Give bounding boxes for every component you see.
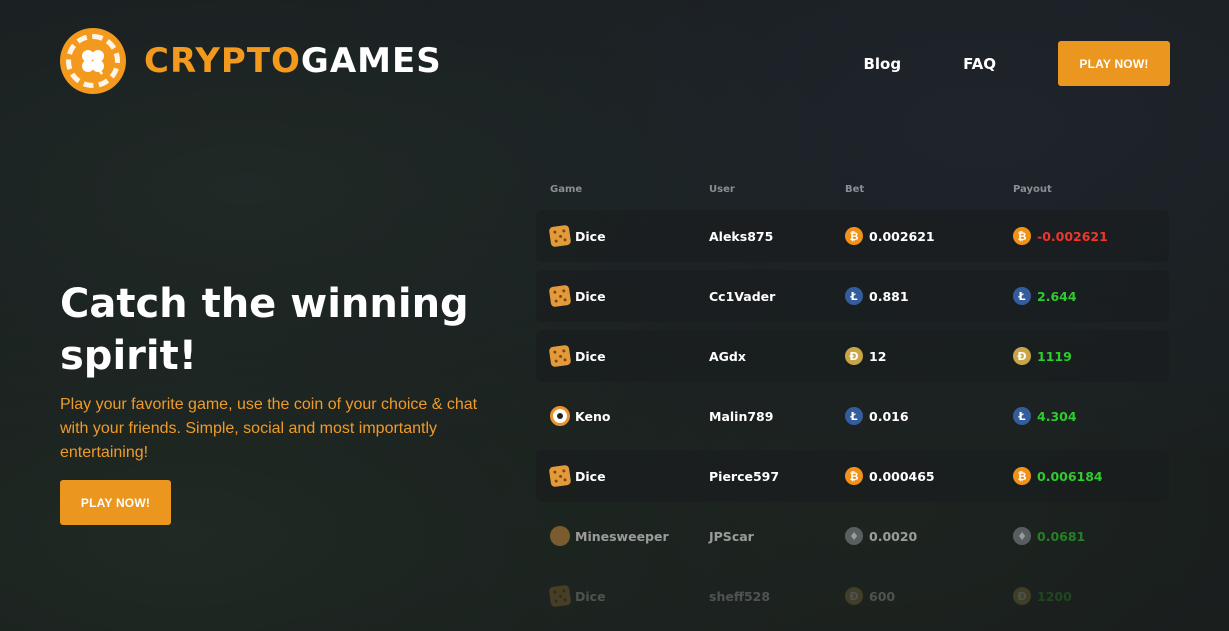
payout-cell: Ð 1119 xyxy=(1013,347,1163,365)
user-name[interactable]: Pierce597 xyxy=(709,469,845,484)
game-cell: Dice xyxy=(548,344,709,368)
bet-amount: 0.002621 xyxy=(869,228,935,244)
payout-amount: 0.006184 xyxy=(1037,468,1103,484)
user-name[interactable]: JPScar xyxy=(709,529,845,544)
table-row[interactable]: Dice Cc1Vader Ł 0.881 Ł 2.644 xyxy=(536,270,1169,322)
logo-wordmark: CRYPTOGAMES xyxy=(144,41,442,81)
bet-cell: Ð 600 xyxy=(845,587,1013,605)
user-name[interactable]: Malin789 xyxy=(709,409,845,424)
bet-cell: ₿ 0.002621 xyxy=(845,227,1013,245)
clover-chip-icon xyxy=(60,28,126,94)
logo-text-crypto: CRYPTO xyxy=(144,41,301,81)
top-nav: Blog FAQ PLAY NOW! xyxy=(863,41,1170,86)
bet-amount: 0.016 xyxy=(869,408,909,424)
payout-cell: ₿ -0.002621 xyxy=(1013,227,1163,245)
mine-icon xyxy=(550,526,570,546)
dogecoin-icon: Ð xyxy=(1013,587,1031,605)
table-header: Game User Bet Payout xyxy=(536,184,1169,202)
bitcoin-icon: ₿ xyxy=(1013,227,1031,245)
bet-amount: 0.000465 xyxy=(869,468,935,484)
game-cell: Dice xyxy=(548,584,709,608)
bet-cell: Ł 0.881 xyxy=(845,287,1013,305)
bitcoin-icon: ₿ xyxy=(1013,467,1031,485)
table-row[interactable]: Dice AGdx Ð 12 Ð 1119 xyxy=(536,330,1169,382)
payout-cell: Ł 4.304 xyxy=(1013,407,1163,425)
game-cell: Minesweeper xyxy=(550,526,709,546)
game-cell: Dice xyxy=(548,464,709,488)
payout-amount: 4.304 xyxy=(1037,408,1077,424)
keno-icon xyxy=(550,406,570,426)
game-cell: Dice xyxy=(548,224,709,248)
site-logo[interactable]: CRYPTOGAMES xyxy=(60,28,442,94)
user-name[interactable]: Aleks875 xyxy=(709,229,845,244)
payout-cell: Ð 1200 xyxy=(1013,587,1163,605)
hero-title: Catch the winning spirit! xyxy=(60,281,469,379)
header-user: User xyxy=(709,184,735,195)
game-cell: Dice xyxy=(548,284,709,308)
dogecoin-icon: Ð xyxy=(1013,347,1031,365)
dice-icon xyxy=(548,464,572,488)
bet-amount: 0.881 xyxy=(869,288,909,304)
bet-cell: ₿ 0.000465 xyxy=(845,467,1013,485)
recent-bets-table: Game User Bet Payout Dice Aleks875 ₿ 0.0026… xyxy=(536,184,1169,622)
user-name[interactable]: Cc1Vader xyxy=(709,289,845,304)
litecoin-icon: Ł xyxy=(845,407,863,425)
header-game: Game xyxy=(550,184,583,195)
header-play-now-button[interactable]: PLAY NOW! xyxy=(1058,41,1170,86)
game-cell: Keno xyxy=(550,406,709,426)
game-name: Dice xyxy=(575,288,606,304)
table-body: Dice Aleks875 ₿ 0.002621 ₿ -0.002621 Dice Cc1Va… xyxy=(536,210,1169,622)
dogecoin-icon: Ð xyxy=(845,347,863,365)
bet-amount: 12 xyxy=(869,348,887,364)
bet-amount: 0.0020 xyxy=(869,528,918,544)
user-name[interactable]: sheff528 xyxy=(709,589,845,604)
payout-amount: 1119 xyxy=(1037,348,1072,364)
game-name: Dice xyxy=(575,468,606,484)
dice-icon xyxy=(548,584,572,608)
table-row[interactable]: Keno Malin789 Ł 0.016 Ł 4.304 xyxy=(536,390,1169,442)
game-name: Minesweeper xyxy=(575,528,669,544)
nav-faq-link[interactable]: FAQ xyxy=(963,55,996,73)
hero-description: Play your favorite game, use the coin of… xyxy=(60,396,478,461)
ethereum-icon: ♦ xyxy=(845,527,863,545)
dice-icon xyxy=(548,344,572,368)
bet-cell: Ł 0.016 xyxy=(845,407,1013,425)
bitcoin-icon: ₿ xyxy=(845,227,863,245)
bitcoin-icon: ₿ xyxy=(845,467,863,485)
payout-cell: ♦ 0.0681 xyxy=(1013,527,1163,545)
litecoin-icon: Ł xyxy=(1013,287,1031,305)
table-row[interactable]: Dice sheff528 Ð 600 Ð 1200 xyxy=(536,570,1169,622)
dogecoin-icon: Ð xyxy=(845,587,863,605)
header-bet: Bet xyxy=(845,184,865,195)
litecoin-icon: Ł xyxy=(1013,407,1031,425)
payout-amount: 1200 xyxy=(1037,588,1072,604)
payout-cell: Ł 2.644 xyxy=(1013,287,1163,305)
payout-amount: 2.644 xyxy=(1037,288,1077,304)
user-name[interactable]: AGdx xyxy=(709,349,845,364)
table-row[interactable]: Dice Aleks875 ₿ 0.002621 ₿ -0.002621 xyxy=(536,210,1169,262)
hero-play-now-button[interactable]: PLAY NOW! xyxy=(60,480,171,525)
game-name: Dice xyxy=(575,588,606,604)
dice-icon xyxy=(548,284,572,308)
logo-text-games: GAMES xyxy=(300,41,442,81)
payout-amount: -0.002621 xyxy=(1037,228,1108,244)
bet-cell: ♦ 0.0020 xyxy=(845,527,1013,545)
bet-amount: 600 xyxy=(869,588,896,604)
header-payout: Payout xyxy=(1013,184,1052,195)
table-row[interactable]: Minesweeper JPScar ♦ 0.0020 ♦ 0.0681 xyxy=(536,510,1169,562)
ethereum-icon: ♦ xyxy=(1013,527,1031,545)
game-name: Dice xyxy=(575,228,606,244)
dice-icon xyxy=(548,224,572,248)
bet-cell: Ð 12 xyxy=(845,347,1013,365)
game-name: Dice xyxy=(575,348,606,364)
table-row[interactable]: Dice Pierce597 ₿ 0.000465 ₿ 0.006184 xyxy=(536,450,1169,502)
nav-blog-link[interactable]: Blog xyxy=(863,55,901,73)
payout-amount: 0.0681 xyxy=(1037,528,1086,544)
payout-cell: ₿ 0.006184 xyxy=(1013,467,1163,485)
litecoin-icon: Ł xyxy=(845,287,863,305)
game-name: Keno xyxy=(575,408,611,424)
